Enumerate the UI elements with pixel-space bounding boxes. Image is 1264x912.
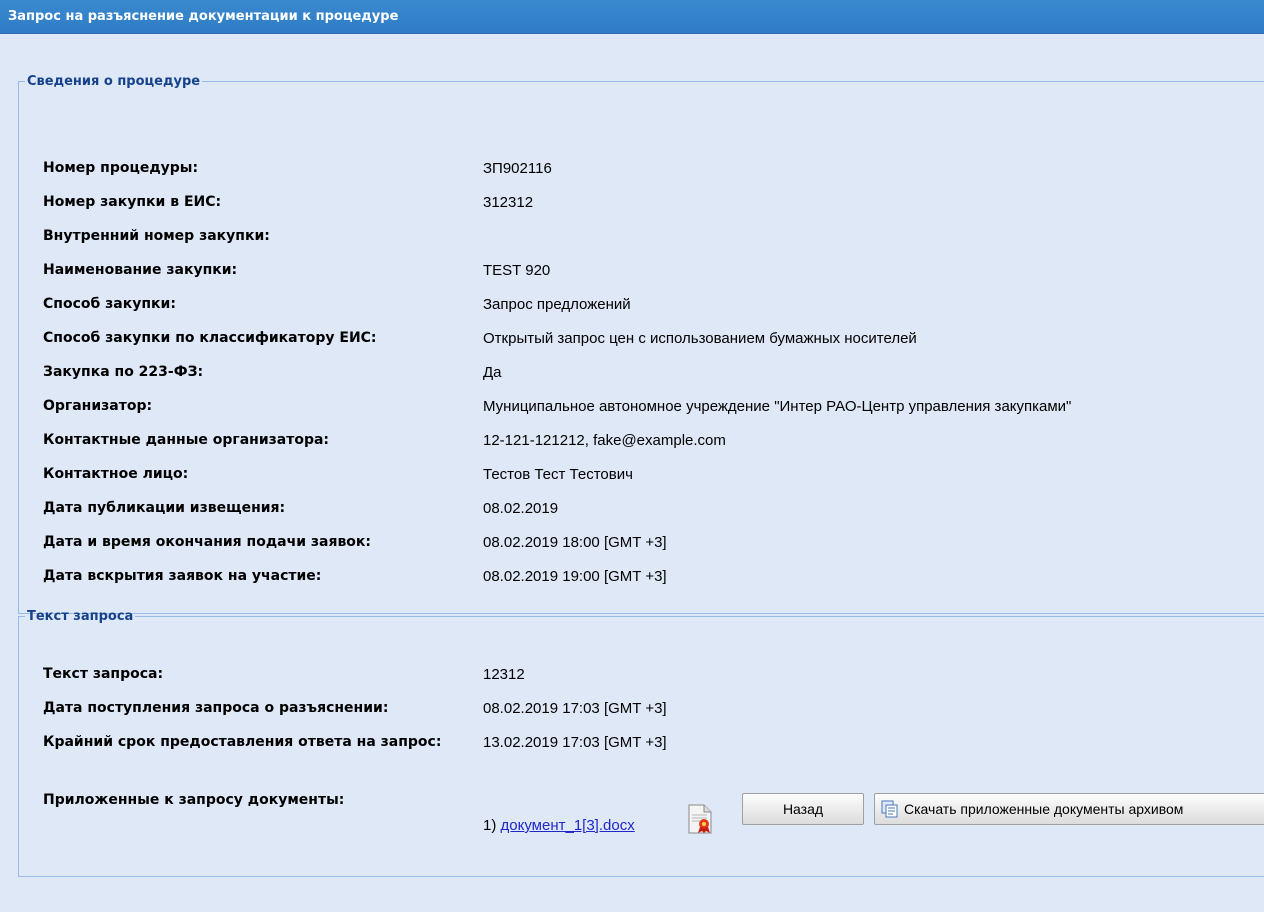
field-value: 12312: [483, 666, 525, 683]
field-label: Способ закупки:: [43, 296, 176, 312]
field-value: Тестов Тест Тестович: [483, 466, 633, 483]
field-label: Контактное лицо:: [43, 466, 189, 482]
field-label: Дата и время окончания подачи заявок:: [43, 534, 372, 550]
field-label: Дата поступления запроса о разъяснении:: [43, 700, 389, 716]
request-text-group: Текст запроса Текст запроса: 12312 Дата …: [18, 609, 1264, 877]
download-archive-label: Скачать приложенные документы архивом: [904, 801, 1184, 817]
field-label: Дата вскрытия заявок на участие:: [43, 568, 322, 584]
field-label: Номер закупки в ЕИС:: [43, 194, 222, 210]
field-value: Да: [483, 364, 502, 381]
back-button-label: Назад: [782, 801, 824, 817]
field-label: Организатор:: [43, 398, 153, 414]
procedure-info-group: Сведения о процедуре Номер процедуры: ЗП…: [18, 74, 1264, 614]
field-value: 12-121-121212, fake@example.com: [483, 432, 726, 449]
field-label: Способ закупки по классификатору ЕИС:: [43, 330, 377, 346]
window-title: Запрос на разъяснение документации к про…: [0, 0, 1264, 34]
field-value: TEST 920: [483, 262, 551, 279]
field-label: Приложенные к запросу документы:: [43, 792, 345, 808]
main-content: Сведения о процедуре Номер процедуры: ЗП…: [0, 34, 1264, 912]
attachment-index: 1): [483, 817, 497, 834]
field-label: Наименование закупки:: [43, 262, 238, 278]
request-text-legend: Текст запроса: [27, 609, 134, 624]
field-value: Запрос предложений: [483, 296, 631, 313]
back-button[interactable]: Назад: [742, 793, 864, 825]
attachment-entry: 1) документ_1[3].docx: [483, 804, 712, 834]
signed-document-icon[interactable]: [687, 804, 713, 834]
procedure-info-legend: Сведения о процедуре: [27, 74, 201, 89]
field-value: 13.02.2019 17:03 [GMT +3]: [483, 734, 667, 751]
field-value: 08.02.2019 17:03 [GMT +3]: [483, 700, 667, 717]
field-label: Номер процедуры:: [43, 160, 199, 176]
field-value: 312312: [483, 194, 534, 211]
field-label: Контактные данные организатора:: [43, 432, 330, 448]
field-label: Закупка по 223-ФЗ:: [43, 364, 204, 380]
field-label: Внутренний номер закупки:: [43, 228, 270, 244]
archive-copy-icon: [881, 800, 898, 818]
field-label: Текст запроса:: [43, 666, 164, 682]
field-value: Открытый запрос цен с использованием бум…: [483, 330, 917, 347]
field-value: 08.02.2019 19:00 [GMT +3]: [483, 568, 667, 585]
field-label: Крайний срок предоставления ответа на за…: [43, 734, 442, 750]
field-value: ЗП902116: [483, 160, 552, 177]
attachment-link[interactable]: документ_1[3].docx: [501, 817, 635, 834]
field-value: 08.02.2019 18:00 [GMT +3]: [483, 534, 667, 551]
field-value: Муниципальное автономное учреждение "Инт…: [483, 398, 1072, 415]
field-value: 08.02.2019: [483, 500, 559, 517]
field-label: Дата публикации извещения:: [43, 500, 286, 516]
download-archive-button[interactable]: Скачать приложенные документы архивом: [874, 793, 1264, 825]
